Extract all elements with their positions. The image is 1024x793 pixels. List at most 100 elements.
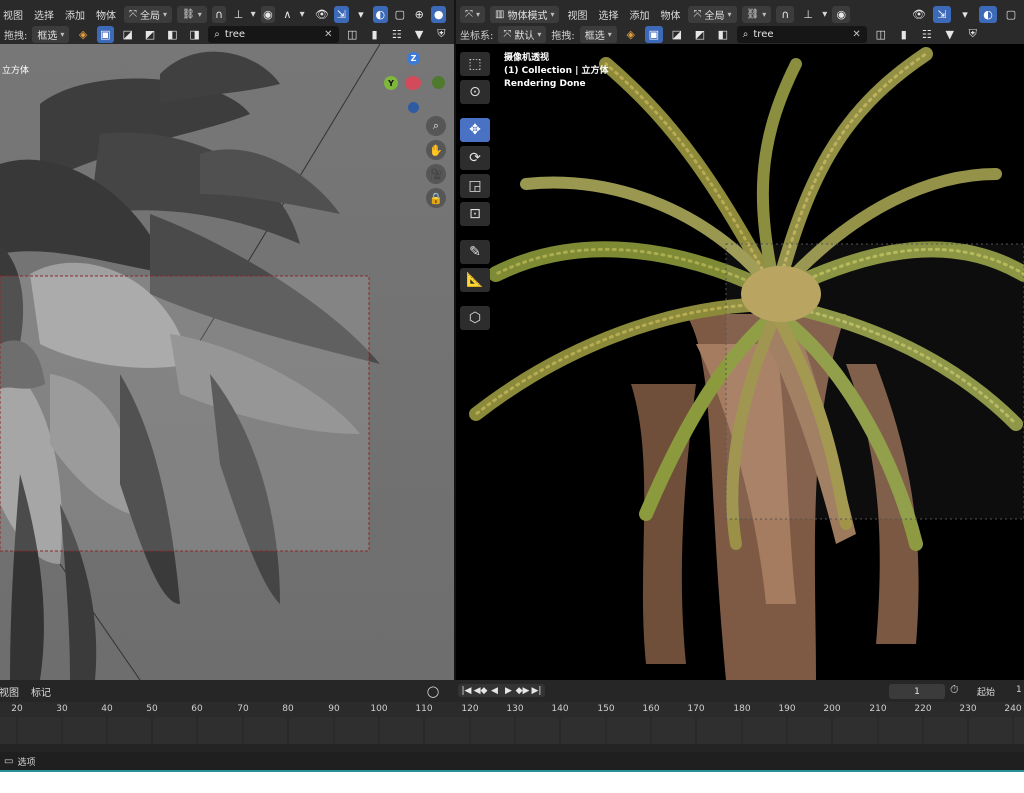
overlay-toggle[interactable]: ◐ xyxy=(373,5,388,23)
right-3d-viewport[interactable]: ⬚ ⊙ ✥ ⟳ ◲ ⊡ ✎ 📐 ⬡ 摄像机透视 (1) Collection |… xyxy=(456,44,1024,680)
select-mode-dropdown[interactable]: 框选 ▾ xyxy=(579,25,617,43)
snap-increment[interactable]: ⊥ xyxy=(799,6,817,23)
transform-orientation-dropdown[interactable]: ⤧ 全局 ▾ xyxy=(124,5,173,23)
menu-view[interactable]: 视图 xyxy=(564,7,590,22)
select-subtract-button[interactable]: ◩ xyxy=(141,26,158,43)
left-3d-viewport[interactable]: 立方体 Z Y ⌕ ✋ 🎥 🔒 xyxy=(0,44,454,680)
annotate-tool[interactable]: ✎ xyxy=(460,240,490,264)
coordinate-system-dropdown[interactable]: ⤧ 默认 ▾ xyxy=(498,25,547,43)
select-mode-dropdown[interactable]: 框选 ▾ xyxy=(32,25,70,43)
timeline-menu-marker[interactable]: 标记 xyxy=(28,684,54,699)
visibility-button[interactable]: 👁 xyxy=(315,6,329,23)
falloff-button[interactable]: ∧ xyxy=(280,6,294,23)
navigation-gizmo[interactable]: Z Y xyxy=(380,50,450,118)
gizmo-y-axis[interactable]: Y xyxy=(384,76,398,90)
color-picker-button[interactable]: ◈ xyxy=(74,26,91,43)
search-input[interactable]: ⌕ tree ✕ xyxy=(208,25,339,43)
timeline-menu-view[interactable]: 视图 xyxy=(0,684,22,699)
select-extend-button[interactable]: ◪ xyxy=(668,26,686,43)
hierarchy-button[interactable]: ☷ xyxy=(388,26,405,43)
play-reverse-button[interactable]: ◀ xyxy=(488,684,501,697)
transform-tool[interactable]: ⊡ xyxy=(460,202,490,226)
select-set-button[interactable]: ▣ xyxy=(644,25,663,43)
select-tool[interactable]: ⬚ xyxy=(460,52,490,76)
xray-toggle[interactable]: ▢ xyxy=(1002,6,1020,23)
visibility-button[interactable]: 👁 xyxy=(910,6,928,23)
wireframe-shading[interactable]: ⊕ xyxy=(412,6,426,23)
select-invert-button[interactable]: ◧ xyxy=(164,26,181,43)
zoom-button[interactable]: ⌕ xyxy=(426,116,446,136)
timeline-ruler[interactable]: 20 30 40 50 60 70 80 90 100 110 120 130 … xyxy=(0,702,1024,717)
select-invert-button[interactable]: ◧ xyxy=(714,26,732,43)
chevron-down-icon[interactable]: ▾ xyxy=(251,9,256,20)
gizmo-neg-y-axis[interactable] xyxy=(432,76,445,89)
select-extend-button[interactable]: ◪ xyxy=(119,26,136,43)
menu-select[interactable]: 选择 xyxy=(595,7,621,22)
gizmo-toggle[interactable]: ⇲ xyxy=(334,5,349,23)
pivot-dropdown[interactable]: ⛓ ▾ xyxy=(741,5,772,23)
select-set-button[interactable]: ▣ xyxy=(96,25,115,43)
gizmo-x-axis[interactable] xyxy=(405,76,421,90)
jump-start-button[interactable]: |◀ xyxy=(460,684,473,697)
shield-button[interactable]: ⛨ xyxy=(433,26,450,43)
select-subtract-button[interactable]: ◩ xyxy=(691,26,709,43)
gizmo-neg-z-axis[interactable] xyxy=(408,102,419,113)
menu-add[interactable]: 添加 xyxy=(62,7,88,22)
cursor-tool[interactable]: ⊙ xyxy=(460,80,490,104)
menu-view[interactable]: 视图 xyxy=(0,7,26,22)
mode-dropdown[interactable]: ▥ 物体模式 ▾ xyxy=(490,5,560,23)
solid-shading[interactable]: ● xyxy=(431,5,446,23)
pivot-dropdown[interactable]: ⛓ ▾ xyxy=(177,5,207,23)
lock-camera-button[interactable]: 🔒 xyxy=(426,188,446,208)
xray-toggle[interactable]: ▢ xyxy=(393,6,407,23)
timeline-scrollbar[interactable] xyxy=(0,744,1024,752)
proportional-edit-button[interactable]: ◉ xyxy=(260,5,276,23)
bookmark-button[interactable]: ▮ xyxy=(366,26,383,43)
bookmark-button[interactable]: ▮ xyxy=(895,26,913,43)
hierarchy-button[interactable]: ☷ xyxy=(918,26,936,43)
view-layer-button[interactable]: ◫ xyxy=(344,26,361,43)
gizmo-toggle[interactable]: ⇲ xyxy=(933,5,951,23)
shield-button[interactable]: ⛨ xyxy=(964,26,982,43)
menu-object[interactable]: 物体 xyxy=(93,7,119,22)
color-picker-button[interactable]: ◈ xyxy=(622,26,640,43)
filter-button[interactable]: ▼ xyxy=(410,26,427,43)
proportional-edit-button[interactable]: ◉ xyxy=(832,5,851,23)
record-button[interactable]: ◯ xyxy=(424,683,442,700)
chevron-down-icon[interactable]: ▾ xyxy=(300,9,305,20)
close-icon[interactable]: ✕ xyxy=(324,29,332,40)
move-tool[interactable]: ✥ xyxy=(460,118,490,142)
timeline-track[interactable] xyxy=(0,717,1024,744)
jump-end-button[interactable]: ▶| xyxy=(530,684,543,697)
play-button[interactable]: ▶ xyxy=(502,684,515,697)
select-intersect-button[interactable]: ◨ xyxy=(186,26,203,43)
overlay-dropdown[interactable]: ▾ xyxy=(354,6,368,23)
menu-add[interactable]: 添加 xyxy=(626,7,652,22)
snap-toggle[interactable]: ∩ xyxy=(776,5,795,23)
start-frame-value[interactable]: 1 xyxy=(1016,685,1022,695)
menu-select[interactable]: 选择 xyxy=(31,7,57,22)
transform-orientation-dropdown[interactable]: ⤧ 全局 ▾ xyxy=(688,5,737,23)
add-cube-tool[interactable]: ⬡ xyxy=(460,306,490,330)
pan-button[interactable]: ✋ xyxy=(426,140,446,160)
menu-object[interactable]: 物体 xyxy=(657,7,683,22)
camera-view-button[interactable]: 🎥 xyxy=(426,164,446,184)
snap-increment[interactable]: ⊥ xyxy=(231,6,245,23)
view-layer-button[interactable]: ◫ xyxy=(872,26,890,43)
stopwatch-icon[interactable]: ⏱ xyxy=(950,683,959,697)
snap-toggle[interactable]: ∩ xyxy=(211,5,227,23)
editor-type-dropdown[interactable]: ⤧ ▾ xyxy=(460,5,486,23)
prev-keyframe-button[interactable]: ◀◆ xyxy=(474,684,488,697)
overlay-toggle[interactable]: ◐ xyxy=(979,5,997,23)
filter-button[interactable]: ▼ xyxy=(941,26,959,43)
chevron-down-icon[interactable]: ▾ xyxy=(822,9,827,20)
close-icon[interactable]: ✕ xyxy=(852,29,860,40)
search-input[interactable]: ⌕ tree ✕ xyxy=(736,25,867,43)
rotate-tool[interactable]: ⟳ xyxy=(460,146,490,170)
measure-tool[interactable]: 📐 xyxy=(460,268,490,292)
gizmo-z-axis[interactable]: Z xyxy=(407,52,420,65)
next-keyframe-button[interactable]: ◆▶ xyxy=(516,684,530,697)
overlay-dropdown[interactable]: ▾ xyxy=(956,6,974,23)
current-frame-field[interactable]: 1 xyxy=(889,684,945,699)
scale-tool[interactable]: ◲ xyxy=(460,174,490,198)
